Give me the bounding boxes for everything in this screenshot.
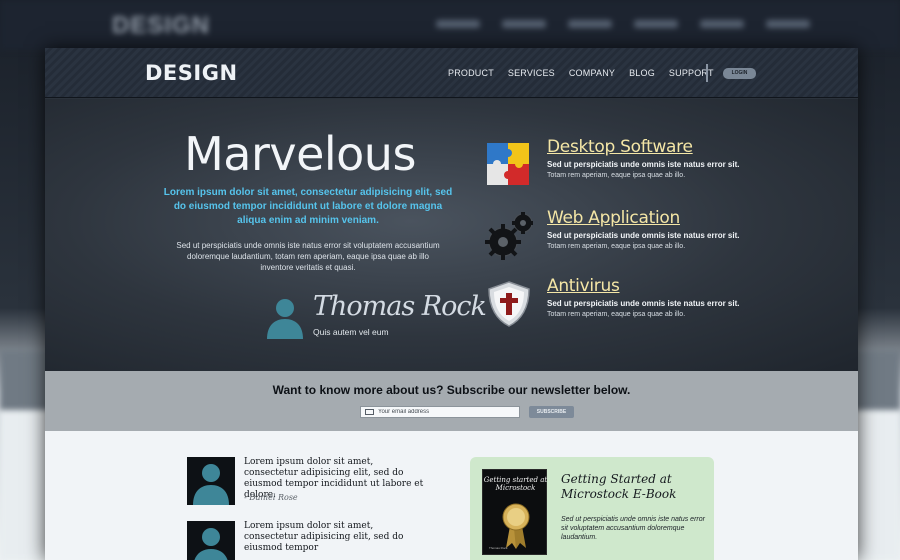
feature-web-application: Web Application Sed ut perspiciatis unde… <box>485 208 815 268</box>
testimonial-author: - Daniel Rose <box>244 493 298 502</box>
hero-body: Sed ut perspiciatis unde omnis iste natu… <box>176 241 440 272</box>
mail-icon <box>365 409 374 415</box>
main-nav: PRODUCT SERVICES COMPANY BLOG SUPPORT <box>448 68 714 78</box>
person-icon <box>267 299 303 339</box>
subscribe-button[interactable]: SUBSCRIBE <box>529 406 574 418</box>
hero-title: Marvelous <box>184 127 416 181</box>
feature-desktop-software: Desktop Software Sed ut perspiciatis und… <box>485 137 815 197</box>
ebook-title[interactable]: Getting Started at Microstock E-Book <box>561 472 709 502</box>
feature-subtext: Totam rem aperiam, eaque ipsa quae ab il… <box>547 311 686 318</box>
award-seal-icon <box>502 503 530 549</box>
gears-icon <box>485 212 533 260</box>
lower-section: Lorem ipsum dolor sit amet, consectetur … <box>45 431 858 560</box>
newsletter-heading: Want to know more about us? Subscribe ou… <box>272 383 631 397</box>
person-icon <box>193 464 229 505</box>
ebook-cover[interactable]: Getting started at Microstock Thomas Roc… <box>482 469 547 555</box>
website-template: DESIGN PRODUCT SERVICES COMPANY BLOG SUP… <box>45 48 858 560</box>
nav-blog[interactable]: BLOG <box>629 68 655 78</box>
blurred-nav <box>436 20 810 28</box>
nav-product[interactable]: PRODUCT <box>448 68 494 78</box>
cover-title: Getting started at Microstock <box>483 476 548 492</box>
ebook-description: Sed ut perspiciatis unde omnis iste natu… <box>561 516 705 541</box>
nav-services[interactable]: SERVICES <box>508 68 555 78</box>
feature-title[interactable]: Web Application <box>547 208 680 228</box>
avatar <box>187 521 235 560</box>
newsletter-section: Want to know more about us? Subscribe ou… <box>45 371 858 431</box>
feature-text: Sed ut perspiciatis unde omnis iste natu… <box>547 160 740 169</box>
feature-text: Sed ut perspiciatis unde omnis iste natu… <box>547 231 740 240</box>
login-button[interactable]: LOGIN <box>723 68 756 79</box>
email-field[interactable] <box>378 407 518 417</box>
testimonial: Lorem ipsum dolor sit amet, consectetur … <box>187 457 427 507</box>
signature: Thomas Rock <box>313 291 487 322</box>
email-field-wrapper <box>360 406 520 418</box>
person-icon <box>194 528 228 560</box>
blurred-logo: DESIGN <box>112 12 211 39</box>
hero-section: Marvelous Lorem ipsum dolor sit amet, co… <box>45 99 858 371</box>
nav-divider <box>706 64 708 82</box>
feature-subtext: Totam rem aperiam, eaque ipsa quae ab il… <box>547 172 686 179</box>
cover-author: Thomas Rock <box>489 546 508 550</box>
shield-icon <box>488 281 530 327</box>
signature-caption: Quis autem vel eum <box>313 327 389 337</box>
feature-text: Sed ut perspiciatis unde omnis iste natu… <box>547 299 740 308</box>
nav-company[interactable]: COMPANY <box>569 68 615 78</box>
ebook-promo: Getting started at Microstock Thomas Roc… <box>470 457 714 560</box>
blurred-header: DESIGN <box>0 0 900 50</box>
avatar <box>187 457 235 505</box>
testimonial: Lorem ipsum dolor sit amet, consectetur … <box>187 521 427 560</box>
feature-antivirus: Antivirus Sed ut perspiciatis unde omnis… <box>485 276 815 336</box>
puzzle-icon <box>487 143 529 185</box>
hero-lead: Lorem ipsum dolor sit amet, consectetur … <box>163 187 453 226</box>
site-logo[interactable]: DESIGN <box>145 61 238 85</box>
feature-subtext: Totam rem aperiam, eaque ipsa quae ab il… <box>547 243 686 250</box>
site-header: DESIGN PRODUCT SERVICES COMPANY BLOG SUP… <box>45 48 858 98</box>
testimonial-text: Lorem ipsum dolor sit amet, consectetur … <box>244 521 404 553</box>
feature-title[interactable]: Desktop Software <box>547 137 693 157</box>
feature-title[interactable]: Antivirus <box>547 276 620 296</box>
